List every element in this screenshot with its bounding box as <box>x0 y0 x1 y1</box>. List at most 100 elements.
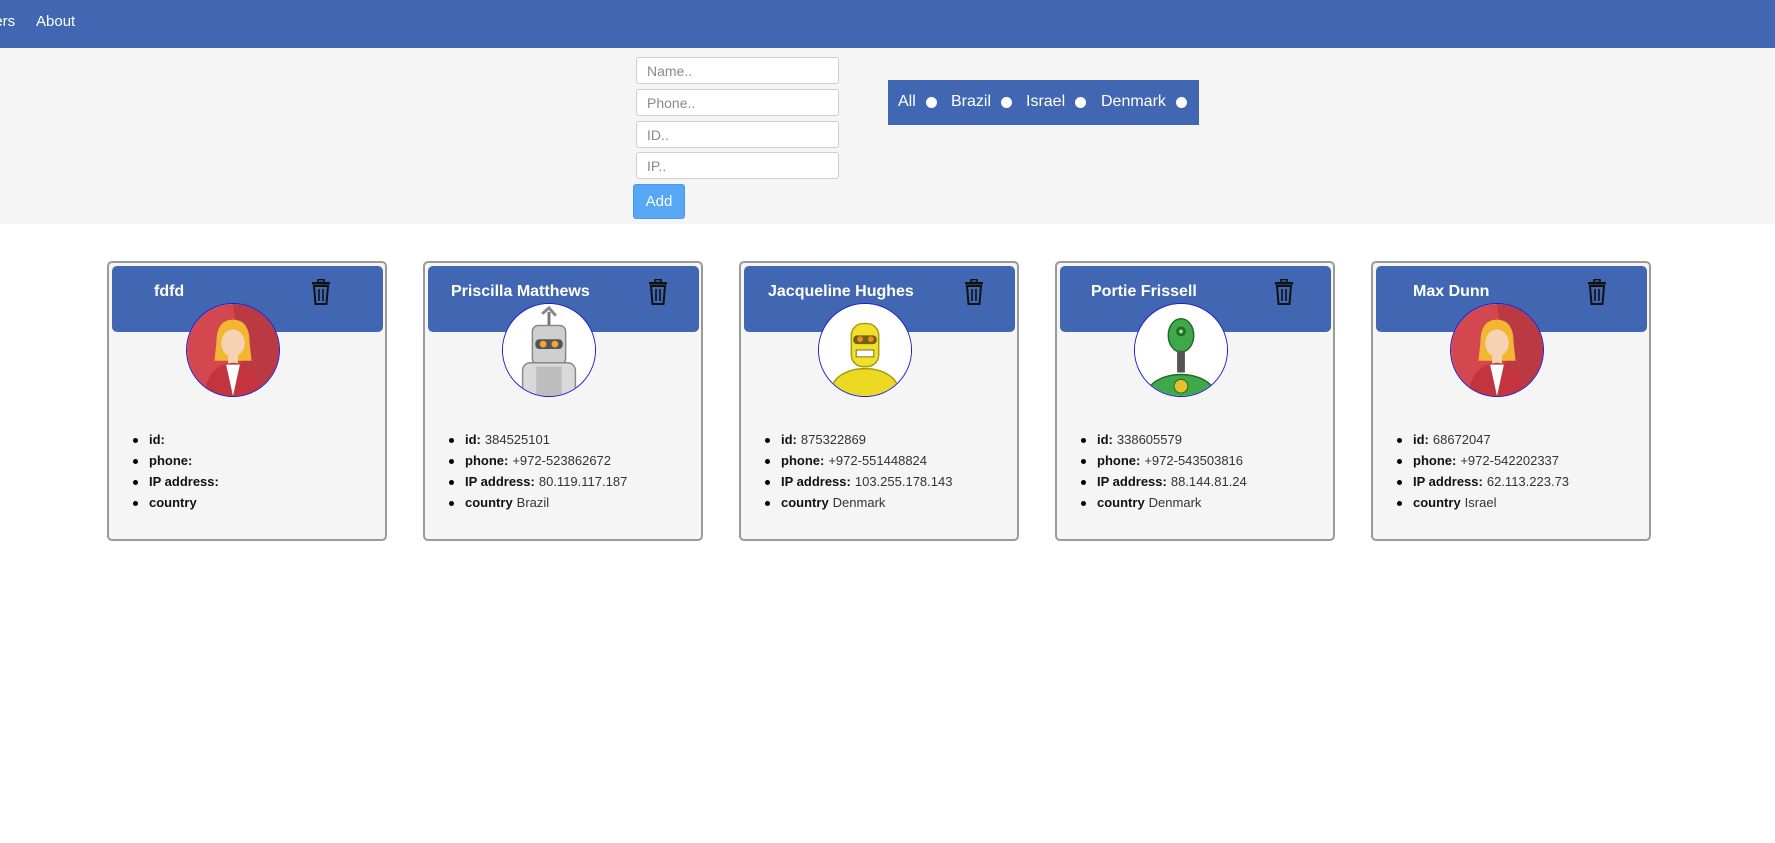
country-filter: All Brazil Israel Denmark <box>888 80 1199 125</box>
filter-radio-israel[interactable] <box>1075 96 1087 108</box>
filter-label-brazil: Brazil <box>951 93 992 110</box>
label-ip: IP address: <box>465 474 535 489</box>
value-id: 338605579 <box>1116 432 1182 447</box>
ip-input[interactable] <box>636 152 839 179</box>
label-country: country <box>781 495 829 510</box>
detail-phone: phone: +972-523862672 <box>449 453 627 474</box>
user-details: id: 875322869 phone: +972-551448824 IP add… <box>765 432 952 516</box>
detail-phone: phone: +972-543503816 <box>1081 453 1247 474</box>
trash-icon[interactable] <box>1273 279 1295 305</box>
label-phone: phone: <box>465 453 509 468</box>
detail-id: id: 875322869 <box>765 432 952 453</box>
top-navbar: Users About <box>0 0 1775 48</box>
label-country: country <box>465 495 513 510</box>
detail-phone: phone: +972-542202337 <box>1397 453 1569 474</box>
filter-label-israel: Israel <box>1026 93 1066 110</box>
phone-input[interactable] <box>636 89 839 116</box>
value-country: Israel <box>1464 495 1497 510</box>
label-phone: phone: <box>149 453 193 468</box>
trash-icon[interactable] <box>963 279 985 305</box>
detail-ip: IP address: 103.255.178.143 <box>765 474 952 495</box>
user-details: id: 384525101 phone: +972-523862672 IP add… <box>449 432 627 516</box>
label-phone: phone: <box>781 453 825 468</box>
filter-option-brazil[interactable]: Brazil <box>951 93 1013 111</box>
user-name: Portie Frissell <box>1091 283 1197 300</box>
filter-radio-brazil[interactable] <box>1001 96 1013 108</box>
value-ip: 103.255.178.143 <box>854 474 953 489</box>
detail-ip: IP address: <box>133 474 223 495</box>
add-user-button[interactable]: Add <box>633 184 685 219</box>
filter-label-denmark: Denmark <box>1101 93 1166 110</box>
trash-icon[interactable] <box>647 279 669 305</box>
filter-radio-all[interactable] <box>925 96 937 108</box>
detail-country: country Denmark <box>1081 495 1247 516</box>
detail-country: country Israel <box>1397 495 1569 516</box>
detail-id: id: 338605579 <box>1081 432 1247 453</box>
detail-ip: IP address: 88.144.81.24 <box>1081 474 1247 495</box>
value-country: Denmark <box>832 495 886 510</box>
value-phone: +972-523862672 <box>512 453 612 468</box>
user-name: fdfd <box>154 283 185 300</box>
filter-option-denmark[interactable]: Denmark <box>1101 93 1187 111</box>
label-ip: IP address: <box>149 474 219 489</box>
green-robot-avatar <box>1134 303 1228 397</box>
label-ip: IP address: <box>1097 474 1167 489</box>
value-id: 384525101 <box>484 432 550 447</box>
nav-link-about[interactable]: About <box>36 13 75 30</box>
woman-avatar <box>1450 303 1544 397</box>
label-country: country <box>149 495 197 510</box>
label-id: id: <box>1413 432 1429 447</box>
value-id: 875322869 <box>800 432 866 447</box>
value-ip: 62.113.223.73 <box>1486 474 1570 489</box>
label-phone: phone: <box>1413 453 1457 468</box>
name-input[interactable] <box>636 57 839 84</box>
label-id: id: <box>149 432 165 447</box>
user-details: id: 338605579 phone: +972-543503816 IP add… <box>1081 432 1247 516</box>
nav-link-users[interactable]: Users <box>0 13 15 30</box>
label-ip: IP address: <box>781 474 851 489</box>
user-name: Jacqueline Hughes <box>768 283 914 300</box>
yellow-robot-avatar <box>818 303 912 397</box>
filter-option-israel[interactable]: Israel <box>1026 93 1087 111</box>
id-input[interactable] <box>636 121 839 148</box>
user-details: id: phone: IP address: country <box>133 432 223 516</box>
value-phone: +972-551448824 <box>828 453 928 468</box>
detail-id: id: <box>133 432 223 453</box>
value-id: 68672047 <box>1432 432 1491 447</box>
value-ip: 88.144.81.24 <box>1170 474 1247 489</box>
value-ip: 80.119.117.187 <box>538 474 628 489</box>
detail-country: country <box>133 495 223 516</box>
value-country: Denmark <box>1148 495 1202 510</box>
label-id: id: <box>1097 432 1113 447</box>
detail-country: country Denmark <box>765 495 952 516</box>
detail-id: id: 384525101 <box>449 432 627 453</box>
detail-phone: phone: <box>133 453 223 474</box>
user-name: Priscilla Matthews <box>451 283 590 300</box>
detail-ip: IP address: 62.113.223.73 <box>1397 474 1569 495</box>
user-card: Jacqueline Hughes id: 875322869 phone: +97… <box>739 261 1019 541</box>
user-card: Max Dunn id: 68672047 phone: +972-54220233… <box>1371 261 1651 541</box>
value-phone: +972-543503816 <box>1144 453 1244 468</box>
woman-avatar <box>186 303 280 397</box>
white-robot-avatar <box>502 303 596 397</box>
label-id: id: <box>781 432 797 447</box>
user-details: id: 68672047 phone: +972-542202337 IP addr… <box>1397 432 1569 516</box>
user-name: Max Dunn <box>1413 283 1490 300</box>
detail-ip: IP address: 80.119.117.187 <box>449 474 627 495</box>
label-ip: IP address: <box>1413 474 1483 489</box>
add-user-panel <box>0 48 1775 224</box>
label-id: id: <box>465 432 481 447</box>
filter-radio-denmark[interactable] <box>1175 96 1187 108</box>
trash-icon[interactable] <box>1586 279 1608 305</box>
label-phone: phone: <box>1097 453 1141 468</box>
detail-id: id: 68672047 <box>1397 432 1569 453</box>
user-card: fdfd id: phone: IP address: country <box>107 261 387 541</box>
filter-option-all[interactable]: All <box>898 93 937 111</box>
trash-icon[interactable] <box>310 279 332 305</box>
detail-phone: phone: +972-551448824 <box>765 453 952 474</box>
value-country: Brazil <box>516 495 550 510</box>
filter-label-all: All <box>898 93 916 110</box>
label-country: country <box>1413 495 1461 510</box>
value-phone: +972-542202337 <box>1460 453 1560 468</box>
user-card: Portie Frissell id: 338605579 phone: +972-… <box>1055 261 1335 541</box>
